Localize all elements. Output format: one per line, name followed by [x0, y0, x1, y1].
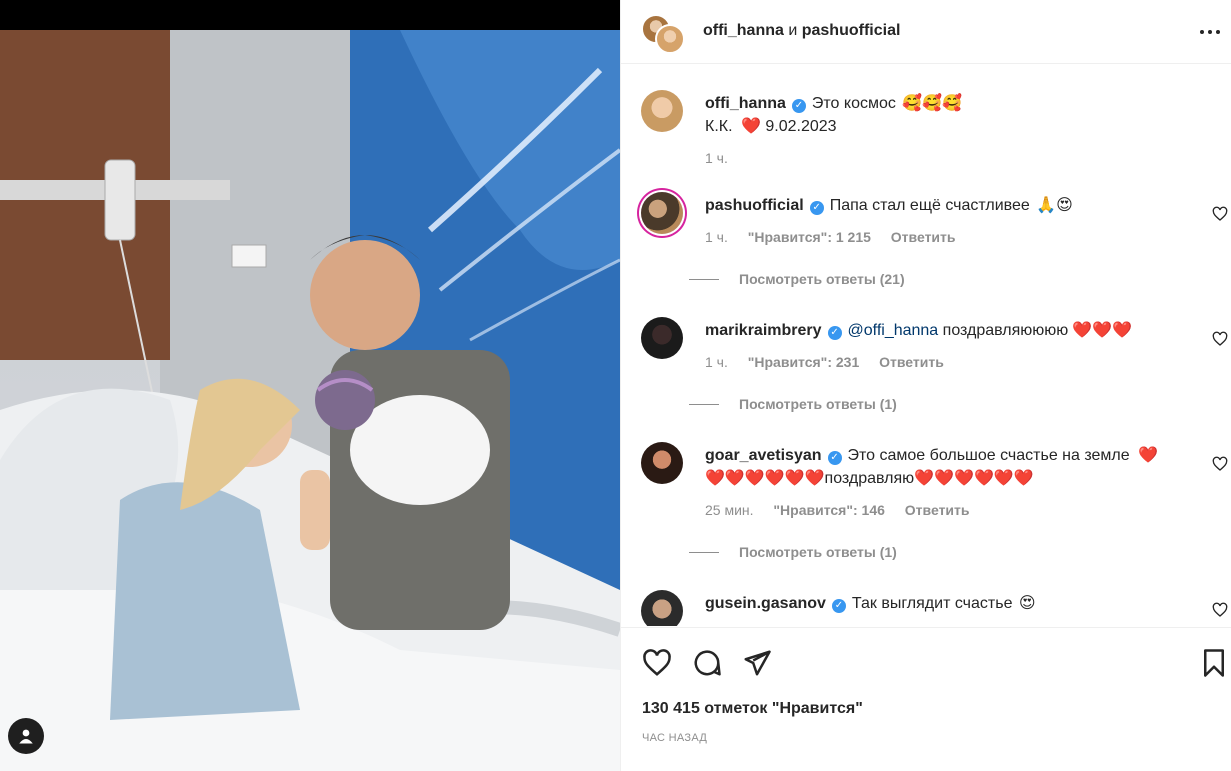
- heart-icon[interactable]: [642, 648, 672, 678]
- comment-like-icon[interactable]: [1212, 456, 1228, 472]
- comment-like-icon[interactable]: [1212, 331, 1228, 347]
- comment-time[interactable]: 1 ч.: [705, 354, 728, 370]
- comment-likes[interactable]: "Нравится": 146: [773, 502, 884, 518]
- replies-divider: [689, 551, 719, 553]
- comment-time[interactable]: 1 ч.: [705, 229, 728, 245]
- comment-username[interactable]: marikraimbrery: [705, 322, 822, 339]
- comment-username[interactable]: gusein.gasanov: [705, 595, 826, 612]
- avatar: [655, 24, 685, 54]
- caption-date: 9.02.2023: [765, 118, 837, 135]
- view-replies-label: Посмотреть ответы (1): [739, 396, 897, 412]
- replies-divider: [689, 403, 719, 405]
- verified-badge-icon: ✓: [809, 201, 824, 215]
- caption-line2-prefix: К.К.: [705, 118, 733, 135]
- avatar[interactable]: [641, 90, 683, 132]
- comment-emojis: ❤️❤️❤️❤️❤️❤️: [705, 470, 825, 487]
- view-replies-label: Посмотреть ответы (21): [739, 271, 905, 287]
- view-replies-button[interactable]: Посмотреть ответы (1): [689, 544, 897, 560]
- view-replies-button[interactable]: Посмотреть ответы (21): [689, 271, 905, 287]
- caption-time[interactable]: 1 ч.: [705, 150, 728, 166]
- comment-likes[interactable]: "Нравится": 231: [748, 354, 859, 370]
- comment-emojis: 🙏😍: [1036, 197, 1073, 214]
- replies-divider: [689, 278, 719, 280]
- post-photo-pane: [0, 0, 620, 771]
- reply-button[interactable]: Ответить: [905, 502, 970, 518]
- comment-username[interactable]: pashuofficial: [705, 197, 804, 214]
- comment-emojis: ❤️❤️❤️❤️❤️❤️: [914, 470, 1034, 487]
- avatar[interactable]: [641, 442, 683, 484]
- likes-count[interactable]: 130 415 отметок "Нравится": [642, 700, 863, 718]
- caption-username[interactable]: offi_hanna: [705, 95, 786, 112]
- comment-username[interactable]: goar_avetisyan: [705, 447, 822, 464]
- view-replies-label: Посмотреть ответы (1): [739, 544, 897, 560]
- comment-icon[interactable]: [692, 648, 722, 678]
- comment-emojis: 😍: [1018, 595, 1036, 612]
- share-icon[interactable]: [742, 648, 772, 678]
- verified-badge-icon: ✓: [791, 99, 806, 113]
- post-time: ЧАС НАЗАД: [642, 732, 708, 744]
- comment-like-icon[interactable]: [1212, 602, 1228, 618]
- mention-link[interactable]: @offi_hanna: [848, 322, 939, 339]
- comments-list[interactable]: offi_hanna ✓ Это космос 🥰🥰🥰 К.К. ❤️ 9.02.2…: [621, 64, 1231, 626]
- comment-text: Папа стал ещё счастливее: [829, 197, 1030, 214]
- authors-conjunction: и: [788, 22, 798, 39]
- post-authors: offi_hanna и pashuofficial: [703, 22, 900, 40]
- verified-badge-icon: ✓: [827, 326, 842, 340]
- reply-button[interactable]: Ответить: [891, 229, 956, 245]
- post-details-panel: offi_hanna и pashuofficial offi_hanna ✓ Эт…: [620, 0, 1231, 771]
- photo-illustration: [0, 30, 620, 771]
- user-icon: [19, 729, 33, 744]
- heart-emoji: ❤️: [740, 118, 761, 135]
- caption-text: Это космос: [811, 95, 896, 112]
- post-actions: 130 415 отметок "Нравится" ЧАС НАЗАД: [621, 627, 1231, 771]
- caption-emojis: 🥰🥰🥰: [902, 95, 963, 112]
- comment-text: Так выглядит счастье: [851, 595, 1013, 612]
- comment-text: поздравляюююю: [942, 322, 1069, 339]
- comment-text: Это самое большое счастье на земле: [847, 447, 1130, 464]
- comment-time[interactable]: 25 мин.: [705, 502, 754, 518]
- user-tag-button[interactable]: [8, 718, 44, 754]
- avatar[interactable]: [641, 192, 683, 234]
- author-link[interactable]: offi_hanna: [703, 22, 784, 39]
- post-photo[interactable]: [0, 30, 620, 771]
- comment-likes[interactable]: "Нравится": 1 215: [748, 229, 871, 245]
- comment-emojis: ❤️❤️❤️: [1072, 322, 1133, 339]
- avatar[interactable]: [641, 590, 683, 626]
- verified-badge-icon: ✓: [831, 599, 846, 613]
- bookmark-icon[interactable]: [1199, 648, 1229, 678]
- more-options-icon[interactable]: [1198, 20, 1222, 44]
- comment-text: поздравляю: [824, 470, 915, 487]
- comment-like-icon[interactable]: [1212, 206, 1228, 222]
- author-link[interactable]: pashuofficial: [802, 22, 901, 39]
- avatar[interactable]: [641, 317, 683, 359]
- verified-badge-icon: ✓: [827, 451, 842, 465]
- reply-button[interactable]: Ответить: [879, 354, 944, 370]
- collab-avatars[interactable]: [641, 14, 685, 54]
- post-header: offi_hanna и pashuofficial: [621, 0, 1231, 64]
- view-replies-button[interactable]: Посмотреть ответы (1): [689, 396, 897, 412]
- comment-emojis: ❤️: [1138, 447, 1159, 464]
